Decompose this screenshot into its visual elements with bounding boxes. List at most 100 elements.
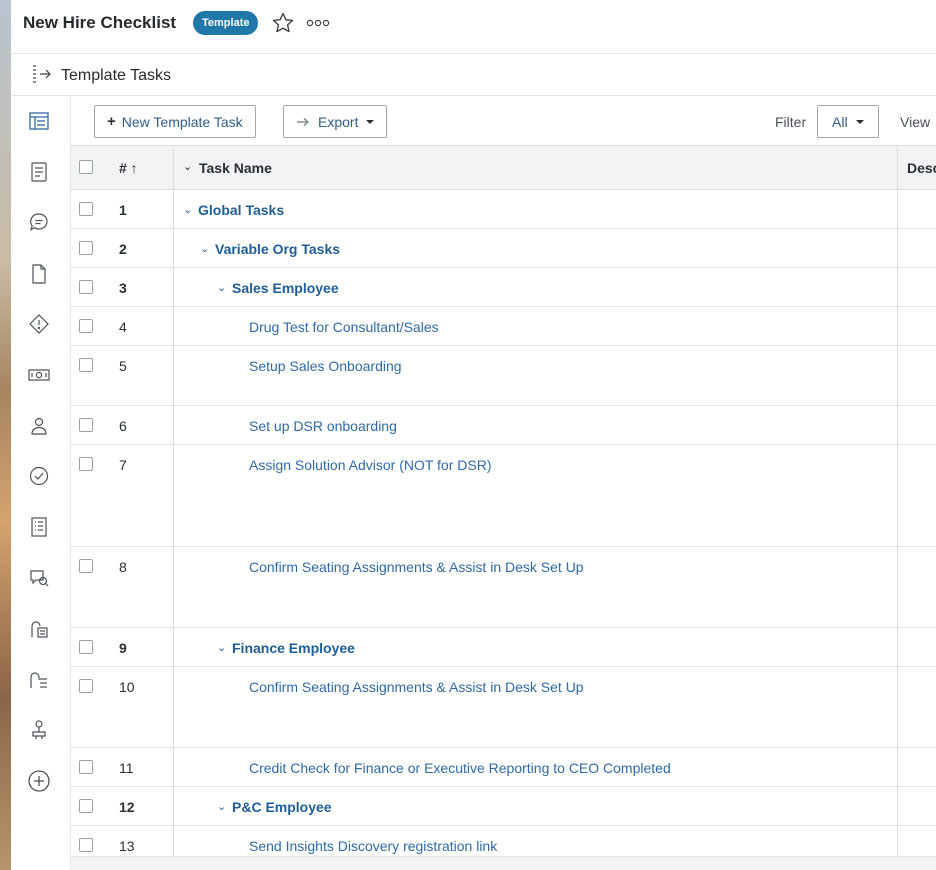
expand-chevron-icon[interactable]: ⌄ bbox=[217, 800, 226, 813]
group-name-link[interactable]: Finance Employee bbox=[232, 640, 355, 656]
page-title: New Hire Checklist bbox=[23, 13, 177, 32]
row-number: 13 bbox=[119, 838, 135, 854]
table-row[interactable]: 6 Set up DSR onboarding bbox=[71, 406, 936, 445]
select-all-checkbox[interactable] bbox=[79, 160, 93, 174]
table-toolbar: + New Template Task Export Filter All Vi… bbox=[71, 96, 936, 146]
filter-dropdown[interactable]: All bbox=[817, 105, 879, 138]
chat-icon[interactable] bbox=[27, 210, 51, 234]
section-header: Template Tasks bbox=[11, 54, 936, 96]
group-row[interactable]: 3 ⌄ Sales Employee bbox=[71, 268, 936, 307]
row-checkbox[interactable] bbox=[79, 241, 93, 255]
template-badge: Template bbox=[193, 11, 259, 35]
review-icon[interactable] bbox=[27, 566, 51, 590]
filter-label: Filter bbox=[775, 114, 807, 130]
row-checkbox[interactable] bbox=[79, 280, 93, 294]
row-checkbox[interactable] bbox=[79, 202, 93, 216]
collapse-all-chevron-icon[interactable]: ⌄ bbox=[183, 160, 192, 173]
add-icon[interactable] bbox=[27, 769, 51, 793]
export-label: Export bbox=[318, 113, 359, 130]
row-number: 8 bbox=[119, 559, 127, 575]
row-number: 2 bbox=[119, 241, 127, 257]
table-row[interactable]: 7 Assign Solution Advisor (NOT for DSR) bbox=[71, 445, 936, 547]
group-name-link[interactable]: Sales Employee bbox=[232, 280, 339, 296]
table-row[interactable]: 11 Credit Check for Finance or Executive … bbox=[71, 748, 936, 787]
row-number: 9 bbox=[119, 640, 127, 656]
filter-value: All bbox=[832, 113, 848, 130]
group-name-link[interactable]: Variable Org Tasks bbox=[215, 241, 340, 257]
new-template-task-button[interactable]: + New Template Task bbox=[94, 105, 256, 138]
row-number: 3 bbox=[119, 280, 127, 296]
group-name-link[interactable]: P&C Employee bbox=[232, 799, 332, 815]
column-divider bbox=[173, 146, 174, 856]
row-checkbox[interactable] bbox=[79, 838, 93, 852]
task-name-link[interactable]: Confirm Seating Assignments & Assist in … bbox=[249, 559, 584, 575]
row-checkbox[interactable] bbox=[79, 799, 93, 813]
form-icon[interactable] bbox=[27, 617, 51, 641]
group-row[interactable]: 12 ⌄ P&C Employee bbox=[71, 787, 936, 826]
task-name-link[interactable]: Credit Check for Finance or Executive Re… bbox=[249, 760, 671, 776]
row-checkbox[interactable] bbox=[79, 559, 93, 573]
file-icon[interactable] bbox=[27, 262, 51, 286]
task-name-link[interactable]: Drug Test for Consultant/Sales bbox=[249, 319, 439, 335]
export-arrow-icon bbox=[296, 114, 312, 130]
table-header: # ↑ ⌄ Task Name Desc bbox=[71, 146, 936, 190]
people-icon[interactable] bbox=[27, 414, 51, 438]
group-row[interactable]: 1 ⌄ Global Tasks bbox=[71, 190, 936, 229]
row-number: 6 bbox=[119, 418, 127, 434]
workflow-icon[interactable] bbox=[27, 718, 51, 742]
checklist-icon[interactable] bbox=[27, 668, 51, 692]
row-number: 11 bbox=[119, 760, 134, 776]
row-number: 5 bbox=[119, 358, 127, 374]
chevron-down-icon bbox=[855, 119, 864, 124]
row-checkbox[interactable] bbox=[79, 679, 93, 693]
table-row[interactable]: 8 Confirm Seating Assignments & Assist in… bbox=[71, 547, 936, 628]
expand-chevron-icon[interactable]: ⌄ bbox=[200, 242, 209, 255]
table-row[interactable]: 4 Drug Test for Consultant/Sales bbox=[71, 307, 936, 346]
desktop-wallpaper bbox=[0, 0, 11, 870]
expand-chevron-icon[interactable]: ⌄ bbox=[217, 281, 226, 294]
row-number: 10 bbox=[119, 679, 135, 695]
money-icon[interactable] bbox=[27, 363, 51, 387]
table-row[interactable]: 5 Setup Sales Onboarding bbox=[71, 346, 936, 406]
row-checkbox[interactable] bbox=[79, 760, 93, 774]
new-template-task-label: New Template Task bbox=[121, 113, 243, 130]
collapse-panel-icon[interactable] bbox=[31, 64, 53, 84]
document-icon[interactable] bbox=[27, 160, 51, 184]
task-name-link[interactable]: Set up DSR onboarding bbox=[249, 418, 397, 434]
row-number: 4 bbox=[119, 319, 127, 335]
export-button[interactable]: Export bbox=[283, 105, 388, 138]
report-icon[interactable] bbox=[27, 515, 51, 539]
task-name-link[interactable]: Setup Sales Onboarding bbox=[249, 358, 402, 374]
row-checkbox[interactable] bbox=[79, 319, 93, 333]
row-checkbox[interactable] bbox=[79, 418, 93, 432]
main-panel: + New Template Task Export Filter All Vi… bbox=[71, 96, 936, 865]
more-options-icon[interactable] bbox=[305, 15, 331, 31]
table-row[interactable]: 10 Confirm Seating Assignments & Assist i… bbox=[71, 667, 936, 748]
app-window: New Hire Checklist Template Template Tas… bbox=[11, 0, 936, 870]
row-checkbox[interactable] bbox=[79, 457, 93, 471]
task-name-link[interactable]: Send Insights Discovery registration lin… bbox=[249, 838, 497, 854]
view-label: View bbox=[900, 114, 931, 130]
column-header-number[interactable]: # ↑ bbox=[119, 160, 138, 176]
page-header: New Hire Checklist Template bbox=[11, 0, 936, 54]
horizontal-scrollbar[interactable] bbox=[71, 856, 936, 870]
group-row[interactable]: 9 ⌄ Finance Employee bbox=[71, 628, 936, 667]
group-name-link[interactable]: Global Tasks bbox=[198, 202, 284, 218]
expand-chevron-icon[interactable]: ⌄ bbox=[183, 203, 192, 216]
task-name-link[interactable]: Confirm Seating Assignments & Assist in … bbox=[249, 679, 584, 695]
row-number: 12 bbox=[119, 799, 135, 815]
favorite-star-icon[interactable] bbox=[271, 11, 295, 35]
left-icon-rail bbox=[11, 96, 71, 870]
approval-icon[interactable] bbox=[27, 464, 51, 488]
column-header-description[interactable]: Desc bbox=[907, 160, 936, 176]
column-divider bbox=[897, 146, 898, 856]
group-row[interactable]: 2 ⌄ Variable Org Tasks bbox=[71, 229, 936, 268]
tasks-icon[interactable] bbox=[27, 109, 51, 133]
risk-icon[interactable] bbox=[27, 312, 51, 336]
row-checkbox[interactable] bbox=[79, 358, 93, 372]
expand-chevron-icon[interactable]: ⌄ bbox=[217, 641, 226, 654]
task-name-link[interactable]: Assign Solution Advisor (NOT for DSR) bbox=[249, 457, 492, 473]
plus-icon: + bbox=[107, 113, 116, 130]
column-header-task-name[interactable]: Task Name bbox=[199, 160, 272, 176]
row-checkbox[interactable] bbox=[79, 640, 93, 654]
